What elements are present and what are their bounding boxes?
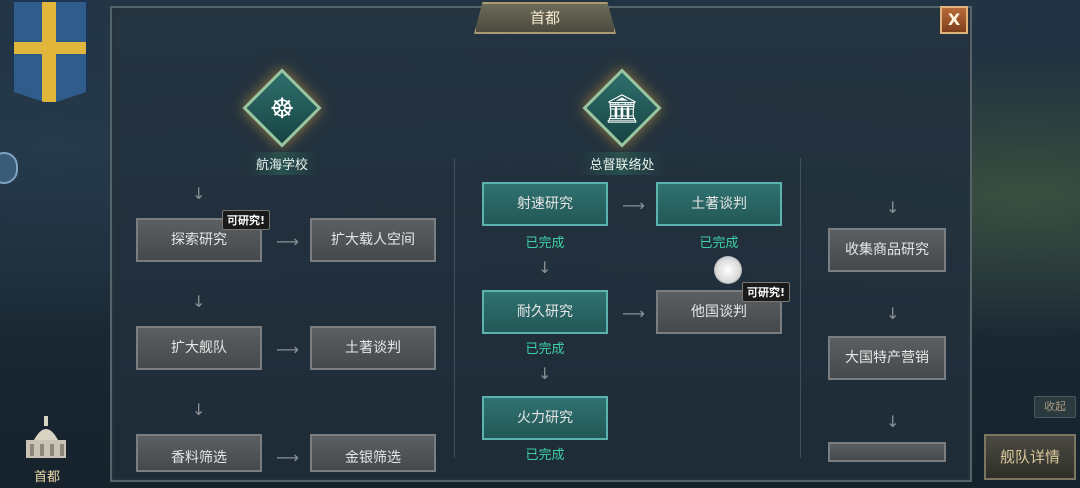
arrow-down-icon: ↓: [886, 304, 900, 323]
government-building-icon: 🏛: [582, 68, 662, 148]
arrow-right-icon: ⟶: [622, 196, 645, 215]
building-label: 航海学校: [245, 152, 318, 175]
arrow-down-icon: ↓: [192, 400, 206, 419]
research-node-gold-silver-screening[interactable]: 金银筛选: [310, 434, 436, 472]
research-node-collect-goods[interactable]: 收集商品研究: [828, 228, 946, 272]
arrow-down-icon: ↓: [886, 198, 900, 217]
research-node-specialty-marketing[interactable]: 大国特产营销: [828, 336, 946, 380]
research-node-spice-screening[interactable]: 香料筛选: [136, 434, 262, 472]
touch-indicator: [714, 256, 742, 284]
research-node-native-negotiation[interactable]: 土著谈判: [310, 326, 436, 370]
arrow-right-icon: ⟶: [276, 448, 299, 467]
arrow-right-icon: ⟶: [276, 232, 299, 251]
researchable-badge: 可研究!: [222, 210, 271, 230]
arrow-down-icon: ↓: [192, 184, 206, 203]
capital-dialog: 首都 X ☸ 航海学校 🏛 总督联络处 ↓ 探索研究 可研究! ⟶ 扩大载人空间…: [110, 2, 972, 482]
status-done: 已完成: [525, 236, 565, 251]
dialog-title: 首都: [474, 2, 616, 34]
research-node-expand-fleet[interactable]: 扩大舰队: [136, 326, 262, 370]
arrow-down-icon: ↓: [886, 412, 900, 431]
building-label: 总督联络处: [579, 152, 665, 175]
arrow-down-icon: ↓: [538, 364, 552, 383]
capital-building-icon[interactable]: [20, 410, 72, 462]
close-button[interactable]: X: [940, 6, 968, 34]
nation-flag[interactable]: [12, 0, 88, 104]
status-done: 已完成: [525, 342, 565, 357]
researchable-badge: 可研究!: [742, 282, 791, 302]
research-node-firepower[interactable]: 火力研究: [482, 396, 608, 440]
arrow-down-icon: ↓: [538, 258, 552, 277]
building-governor-office[interactable]: 🏛 总督联络处: [562, 68, 682, 175]
arrow-right-icon: ⟶: [622, 304, 645, 323]
research-node-crew-space[interactable]: 扩大载人空间: [310, 218, 436, 262]
status-done: 已完成: [699, 236, 739, 251]
helm-icon: ☸: [242, 68, 322, 148]
fleet-details-button[interactable]: 舰队详情: [984, 434, 1076, 480]
collapse-button[interactable]: 收起: [1034, 396, 1076, 418]
arrow-down-icon: ↓: [192, 292, 206, 311]
column-divider: [454, 158, 455, 458]
building-navigation-school[interactable]: ☸ 航海学校: [222, 68, 342, 175]
research-node-hidden[interactable]: [828, 442, 946, 462]
research-node-durability[interactable]: 耐久研究: [482, 290, 608, 334]
arrow-right-icon: ⟶: [276, 340, 299, 359]
column-divider: [800, 158, 801, 458]
capital-label: 首都: [33, 470, 60, 485]
status-done: 已完成: [525, 448, 565, 463]
research-node-fire-rate[interactable]: 射速研究: [482, 182, 608, 226]
research-node-native-negotiation-2[interactable]: 土著谈判: [656, 182, 782, 226]
